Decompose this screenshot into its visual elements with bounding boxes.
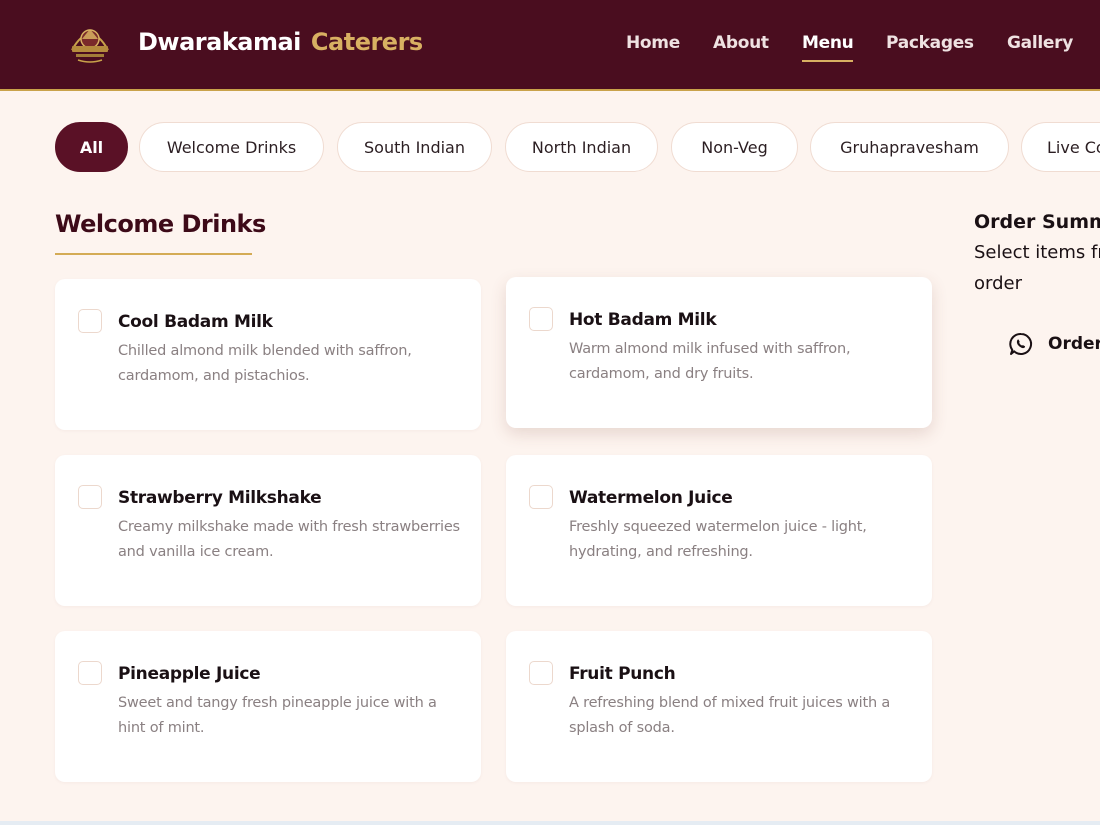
menu-item-description: A refreshing blend of mixed fruit juices… <box>569 695 891 736</box>
nav-link-home[interactable]: Home <box>626 33 680 53</box>
menu-item-checkbox[interactable] <box>529 485 553 509</box>
whatsapp-icon <box>1008 331 1034 357</box>
top-navbar: Dwarakamai Caterers Home About Menu Packa… <box>0 0 1100 91</box>
filter-chip-gruhapravesham[interactable]: Gruhapravesham <box>810 122 1009 172</box>
menu-item-description: Warm almond milk infused with saffron, c… <box>569 341 851 382</box>
menu-item-card[interactable]: Cool Badam Milk Chilled almond milk blen… <box>55 279 481 430</box>
menu-item-card[interactable]: Strawberry Milkshake Creamy milkshake ma… <box>55 455 481 606</box>
menu-item-card[interactable]: Hot Badam Milk Warm almond milk infused … <box>506 277 932 428</box>
section-title: Welcome Drinks <box>55 210 266 238</box>
brand-name-accent: Caterers <box>310 28 423 56</box>
menu-item-description: Freshly squeezed watermelon juice - ligh… <box>569 519 867 560</box>
filter-chip-welcome-drinks[interactable]: Welcome Drinks <box>139 122 324 172</box>
menu-item-checkbox[interactable] <box>78 661 102 685</box>
filter-chip-all[interactable]: All <box>55 122 128 172</box>
page-bottom-edge <box>0 821 1100 825</box>
whatsapp-order-button[interactable]: Order <box>1008 328 1100 360</box>
order-summary-hint-line2: order <box>974 273 1022 294</box>
nav-link-menu-label: Menu <box>802 33 854 53</box>
filter-chip-south-indian[interactable]: South Indian <box>337 122 492 172</box>
order-summary-hint-line1: Select items fr <box>974 242 1100 263</box>
nav-link-about[interactable]: About <box>713 33 769 53</box>
brand-name-main: Dwarakamai <box>138 28 301 56</box>
nav-link-packages[interactable]: Packages <box>886 33 974 53</box>
brand-name[interactable]: Dwarakamai Caterers <box>138 28 423 56</box>
menu-item-checkbox[interactable] <box>529 661 553 685</box>
menu-item-checkbox[interactable] <box>78 309 102 333</box>
filter-chip-live-counters[interactable]: Live Co <box>1021 122 1100 172</box>
menu-item-title: Watermelon Juice <box>569 488 733 508</box>
menu-item-description: Chilled almond milk blended with saffron… <box>118 343 412 384</box>
menu-item-checkbox[interactable] <box>529 307 553 331</box>
nav-active-underline <box>802 60 854 62</box>
order-summary-hint: Select items fr order <box>974 237 1100 299</box>
brand-logo[interactable] <box>66 20 114 66</box>
nav-link-menu[interactable]: Menu <box>802 33 854 62</box>
menu-item-title: Hot Badam Milk <box>569 310 717 330</box>
section-title-underline <box>55 253 252 255</box>
menu-item-description: Creamy milkshake made with fresh strawbe… <box>118 519 460 560</box>
menu-item-title: Cool Badam Milk <box>118 312 273 332</box>
filter-chip-non-veg[interactable]: Non-Veg <box>671 122 798 172</box>
filter-chip-north-indian[interactable]: North Indian <box>505 122 658 172</box>
menu-item-title: Pineapple Juice <box>118 664 261 684</box>
menu-item-checkbox[interactable] <box>78 485 102 509</box>
menu-item-card[interactable]: Watermelon Juice Freshly squeezed waterm… <box>506 455 932 606</box>
menu-item-card[interactable]: Fruit Punch A refreshing blend of mixed … <box>506 631 932 782</box>
nav-link-gallery[interactable]: Gallery <box>1007 33 1073 53</box>
menu-item-card[interactable]: Pineapple Juice Sweet and tangy fresh pi… <box>55 631 481 782</box>
order-summary-title: Order Summa <box>974 211 1100 233</box>
menu-item-title: Fruit Punch <box>569 664 676 684</box>
menu-item-description: Sweet and tangy fresh pineapple juice wi… <box>118 695 437 736</box>
order-button-label: Order <box>1048 334 1100 354</box>
menu-item-title: Strawberry Milkshake <box>118 488 322 508</box>
